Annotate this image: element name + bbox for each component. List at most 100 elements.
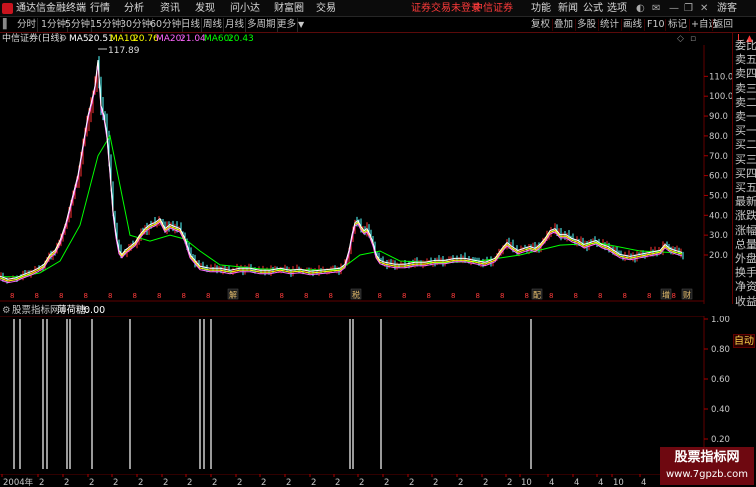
date-tick-label: 2	[89, 478, 94, 487]
info-mine-marker: 8	[598, 292, 602, 300]
overlay-button[interactable]: 叠加	[554, 18, 573, 32]
indicator-tick-label: 1.00	[711, 316, 730, 325]
stock-name[interactable]: 中信证券(日线)	[2, 33, 63, 45]
tab-monthly[interactable]: 月线	[224, 18, 247, 32]
minimize-icon[interactable]: —	[669, 2, 679, 15]
back-button[interactable]: 返回	[714, 18, 733, 32]
price-tick-label: 100.0	[709, 92, 732, 102]
quote-label: 卖三	[735, 81, 756, 95]
menu-formula[interactable]: 公式	[583, 2, 603, 15]
date-tick-label: 2	[163, 478, 168, 487]
event-marker-label: 增	[662, 290, 670, 300]
tab-5min[interactable]: 5分钟	[64, 18, 93, 32]
date-tick-label: 2	[458, 478, 463, 487]
draw-line-button[interactable]: 画线	[623, 18, 642, 32]
date-tick-label: 2	[113, 478, 118, 487]
info-mine-marker: 8	[182, 292, 186, 300]
period-menu-icon[interactable]: ▌	[3, 18, 10, 32]
menu-function[interactable]: 功能	[531, 2, 551, 15]
watermark-url: www.7gpzb.com	[666, 469, 748, 480]
quote-label: 卖五	[735, 53, 756, 67]
toolbar-divider	[575, 19, 576, 31]
date-tick-label: 2	[261, 478, 266, 487]
mark-button[interactable]: 标记	[668, 18, 687, 32]
date-tick-label: 2	[359, 478, 364, 487]
menu-newsfeed[interactable]: 新闻	[558, 2, 578, 15]
statistics-button[interactable]: 统计	[600, 18, 619, 32]
menu-news[interactable]: 资讯	[160, 2, 180, 15]
date-tick-label: 2	[507, 478, 512, 487]
event-marker-label: 配	[533, 291, 541, 300]
quote-label: 换手	[735, 266, 756, 280]
period-toolbar: ▌ 分时 1分钟 5分钟 15分钟 30分钟 60分钟 日线 周线 月线 多周期…	[0, 17, 756, 33]
chart-options-icon[interactable]: ▫	[690, 33, 696, 45]
indicator-tick-label: 0.40	[711, 405, 730, 415]
date-tick-label: 2004年	[3, 477, 34, 487]
ma20-line	[0, 63, 683, 284]
toolbar-divider	[665, 19, 666, 31]
quote-label: 买四	[735, 166, 756, 180]
menu-bar: 通达信金融终端 行情 分析 资讯 发现 问小达 财富圈 交易 证券交易未登录 中…	[0, 0, 756, 17]
date-tick-label: 2	[409, 478, 414, 487]
date-tick-label: 2	[311, 478, 316, 487]
menu-quotes[interactable]: 行情	[90, 2, 110, 15]
moving-average-lines	[0, 60, 683, 284]
chart-pin-icon[interactable]: ◇	[677, 33, 684, 45]
tab-daily[interactable]: 日线	[180, 18, 203, 32]
quote-label: 委比	[735, 39, 756, 52]
menu-options[interactable]: 选项	[607, 2, 627, 15]
restore-rights-button[interactable]: 复权	[531, 18, 550, 32]
menu-ask[interactable]: 问小达	[230, 2, 260, 15]
menu-trade[interactable]: 交易	[316, 2, 336, 15]
tab-60min[interactable]: 60分钟	[149, 18, 184, 32]
ma5-line	[0, 60, 683, 280]
date-tick-label: 2	[286, 478, 291, 487]
date-tick-label: 2	[187, 478, 192, 487]
restore-icon[interactable]: ❐	[684, 2, 693, 15]
date-tick-label: 2	[212, 478, 217, 487]
info-mine-marker: 8	[84, 292, 88, 300]
quote-label: 总量	[735, 237, 756, 251]
settings-gear-icon[interactable]: ⚙	[59, 33, 67, 45]
ma10-value: 20.76	[133, 34, 159, 44]
info-mine-marker: 8	[108, 292, 112, 300]
tab-more[interactable]: 更多	[276, 18, 299, 32]
menu-analysis[interactable]: 分析	[124, 2, 144, 15]
tab-weekly[interactable]: 周线	[202, 18, 225, 32]
indicator-chart[interactable]: 1.00 0.80 0.60 0.40 0.20	[0, 316, 756, 474]
ma60-value: 20.43	[228, 34, 254, 44]
price-tick-label: 20.0	[709, 251, 728, 261]
multi-stock-button[interactable]: 多股	[577, 18, 596, 32]
info-mine-marker: 8	[378, 292, 382, 300]
date-tick-label: 4	[641, 478, 646, 487]
headset-icon[interactable]: ◐	[636, 2, 645, 15]
indicator-grid	[0, 316, 705, 474]
more-dropdown-icon[interactable]: ▼	[298, 18, 304, 32]
guest-user[interactable]: 游客	[717, 2, 737, 15]
info-mine-marker: 8	[157, 292, 161, 300]
menu-discover[interactable]: 发现	[195, 2, 215, 15]
date-tick-label: 2	[483, 478, 488, 487]
watermark-badge: 股票指标网 www.7gpzb.com	[660, 447, 754, 485]
tab-intraday[interactable]: 分时	[16, 18, 39, 32]
mail-icon[interactable]: ✉	[652, 2, 660, 15]
broker-name[interactable]: 中信证券	[473, 2, 513, 15]
price-tick-label: 80.0	[709, 132, 728, 142]
info-mine-marker: 8	[427, 292, 431, 300]
tab-30min[interactable]: 30分钟	[119, 18, 154, 32]
login-status[interactable]: 证券交易未登录	[411, 2, 481, 15]
indicator-tick-label: 0.80	[711, 345, 730, 355]
close-icon[interactable]: ✕	[700, 2, 708, 15]
menu-wealth[interactable]: 财富圈	[274, 2, 304, 15]
date-tick-label: 2	[384, 478, 389, 487]
quote-label: 卖一	[735, 110, 756, 123]
tab-15min[interactable]: 15分钟	[89, 18, 124, 32]
price-tick-label: 40.0	[709, 211, 728, 221]
tab-multi-period[interactable]: 多周期	[246, 18, 278, 32]
indicator-tick-label: 0.60	[711, 375, 730, 385]
f10-button[interactable]: F10	[647, 18, 665, 32]
quote-label: 最新	[735, 195, 756, 209]
quote-label: 涨幅	[735, 223, 756, 237]
date-tick-label: 4	[598, 478, 603, 487]
price-chart[interactable]: 20.0 30.0 40.0 50.0 60.0 70.0 80.0 90.0 100.0 110…	[0, 45, 732, 304]
